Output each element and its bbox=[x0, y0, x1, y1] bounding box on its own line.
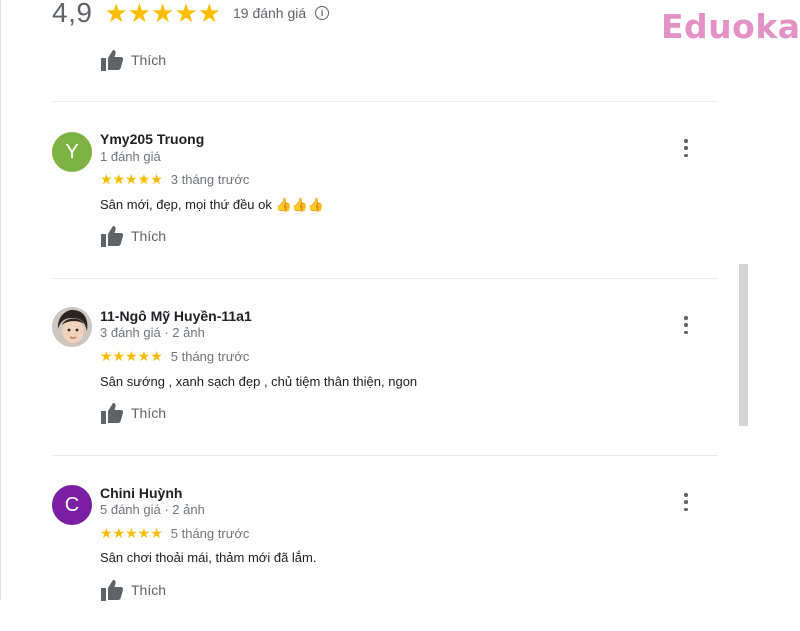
review-text: Sân mới, đẹp, mọi thứ đều ok 👍👍👍 bbox=[100, 197, 325, 212]
avatar-letter: Y bbox=[65, 140, 79, 163]
review-rating: ★★★★★ 3 tháng trước bbox=[100, 171, 249, 188]
review-stars: ★★★★★ bbox=[100, 525, 163, 541]
like-label: Thích bbox=[131, 582, 167, 598]
reviewer-name[interactable]: Chini Huỳnh bbox=[100, 485, 182, 501]
more-vert-icon[interactable] bbox=[680, 493, 692, 511]
reviewer-name[interactable]: Ymy205 Truong bbox=[100, 131, 204, 147]
like-button[interactable]: Thích bbox=[100, 49, 166, 71]
review-card: Y Ymy205 Truong 1 đánh giá ★★★★★ 3 tháng… bbox=[0, 101, 760, 277]
info-icon[interactable]: i bbox=[315, 6, 330, 20]
review-card: 11-Ngô Mỹ Huyền-11a1 3 đánh giá · 2 ảnh … bbox=[0, 278, 760, 454]
review-stars: ★★★★★ bbox=[100, 171, 163, 187]
avatar[interactable]: Y bbox=[52, 132, 92, 172]
reviewer-name[interactable]: 11-Ngô Mỹ Huyền-11a1 bbox=[100, 308, 252, 324]
thumbs-up-icon bbox=[101, 403, 124, 424]
like-button[interactable]: Thích bbox=[100, 579, 166, 601]
review-card: C Chini Huỳnh 5 đánh giá · 2 ảnh ★★★★★ 5… bbox=[0, 455, 760, 631]
review-count[interactable]: 19 đánh giá bbox=[233, 5, 306, 21]
thumbs-up-icon bbox=[101, 226, 124, 247]
scrollbar-thumb[interactable] bbox=[739, 264, 748, 426]
like-button[interactable]: Thích bbox=[100, 402, 166, 424]
reviewer-meta: 1 đánh giá bbox=[100, 149, 161, 164]
review-time: 3 tháng trước bbox=[170, 172, 250, 187]
eduoka-logo: Eduoka bbox=[661, 7, 800, 46]
avatar[interactable]: C bbox=[52, 485, 92, 525]
avatar-photo[interactable] bbox=[52, 307, 92, 347]
reviewer-meta: 3 đánh giá · 2 ảnh bbox=[100, 325, 205, 340]
review-stars: ★★★★★ bbox=[100, 348, 163, 364]
overall-stars: ★★★★★ bbox=[104, 0, 221, 28]
reviewer-meta: 5 đánh giá · 2 ảnh bbox=[100, 502, 205, 517]
review-time: 5 tháng trước bbox=[170, 349, 250, 364]
more-vert-icon[interactable] bbox=[680, 139, 692, 157]
like-button[interactable]: Thích bbox=[100, 225, 166, 247]
review-time: 5 tháng trước bbox=[170, 526, 250, 541]
review-text: Sân sướng , xanh sạch đẹp , chủ tiệm thâ… bbox=[100, 374, 418, 389]
thumbs-up-icon bbox=[101, 580, 124, 601]
review-text: Sân chơi thoải mái, thảm mới đã lắm. bbox=[100, 550, 317, 565]
like-label: Thích bbox=[131, 52, 167, 68]
avatar-letter: C bbox=[64, 493, 80, 516]
like-label: Thích bbox=[131, 228, 167, 244]
thumbs-up-icon bbox=[101, 50, 124, 71]
avatar-photo-image bbox=[52, 307, 92, 347]
like-label: Thích bbox=[131, 405, 167, 421]
overall-rating: 4,9 bbox=[52, 0, 93, 28]
more-vert-icon[interactable] bbox=[680, 316, 692, 334]
rating-summary: 4,9 ★★★★★ 19 đánh giá i bbox=[52, 0, 330, 30]
review-rating: ★★★★★ 5 tháng trước bbox=[100, 348, 249, 365]
review-rating: ★★★★★ 5 tháng trước bbox=[100, 525, 249, 542]
